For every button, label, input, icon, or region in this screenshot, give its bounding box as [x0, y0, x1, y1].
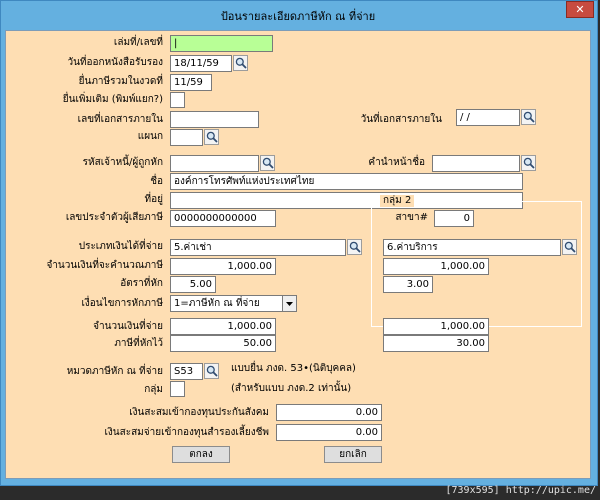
- internal-doc-label: เลขที่เอกสารภายใน: [77, 114, 163, 125]
- payee-code-input[interactable]: [170, 155, 259, 172]
- department-input[interactable]: [170, 129, 203, 146]
- search-icon: [523, 111, 535, 123]
- internal-date-search-button[interactable]: [521, 109, 536, 125]
- category-input[interactable]: S53: [170, 363, 203, 380]
- group2-label: กลุ่ม 2: [380, 195, 415, 207]
- search-icon: [564, 241, 576, 253]
- watermark-text: [739x595] http://upic.me/: [445, 485, 596, 496]
- prefix-label: คำนำหน้าชื่อ: [368, 157, 425, 168]
- window-title: ป้อนรายละเอียดภาษีหัก ณ ที่จ่าย: [220, 10, 376, 23]
- prefix-input[interactable]: [432, 155, 520, 172]
- social-security-input[interactable]: 0.00: [276, 404, 382, 421]
- search-icon: [262, 157, 274, 169]
- tax-rate-input[interactable]: 5.00: [170, 276, 216, 293]
- provident-fund-input[interactable]: 0.00: [276, 424, 382, 441]
- taxable-amount-label: จำนวนเงินที่จะคำนวณภาษี: [46, 260, 163, 271]
- taxable-amount-input[interactable]: 1,000.00: [170, 258, 276, 275]
- name-label: ชื่อ: [150, 176, 163, 187]
- internal-doc-input[interactable]: [170, 111, 259, 128]
- cancel-button[interactable]: ยกเลิก: [324, 446, 382, 463]
- group2-income-type-input[interactable]: 6.ค่าบริการ: [383, 239, 561, 256]
- group2-taxable-amount-input[interactable]: 1,000.00: [383, 258, 489, 275]
- department-search-button[interactable]: [204, 129, 219, 145]
- search-icon: [206, 365, 218, 377]
- cert-date-search-button[interactable]: [233, 55, 248, 71]
- search-icon: [206, 131, 218, 143]
- income-type-search-button[interactable]: [347, 239, 362, 255]
- group2-paid-amount-input[interactable]: 1,000.00: [383, 318, 489, 335]
- additional-label: ยื่นเพิ่มเติม (พิมพ์แยก?): [62, 94, 163, 105]
- category-search-button[interactable]: [204, 363, 219, 379]
- group2-income-type-search-button[interactable]: [562, 239, 577, 255]
- group2-tax-withheld-input[interactable]: 30.00: [383, 335, 489, 352]
- title-bar[interactable]: ป้อนรายละเอียดภาษีหัก ณ ที่จ่าย: [1, 1, 595, 29]
- paid-amount-label: จำนวนเงินที่จ่าย: [93, 321, 163, 332]
- condition-label: เงื่อนไขการหักภาษี: [81, 298, 164, 309]
- cert-date-input[interactable]: 18/11/59: [170, 55, 232, 72]
- tax-withheld-input[interactable]: 50.00: [170, 335, 276, 352]
- search-icon: [349, 241, 361, 253]
- group-checkbox[interactable]: [170, 381, 185, 397]
- name-input[interactable]: องค์การโทรศัพท์แห่งประเทศไทย: [170, 173, 523, 190]
- category-label: หมวดภาษีหัก ณ ที่จ่าย: [66, 366, 163, 377]
- doc-no-input[interactable]: |: [170, 35, 273, 52]
- address-label: ที่อยู่: [144, 194, 163, 205]
- tax-month-label: ยื่นภาษีรวมในงวดที่: [78, 76, 163, 87]
- income-type-input[interactable]: 5.ค่าเช่า: [170, 239, 346, 256]
- internal-date-input[interactable]: / /: [456, 109, 520, 126]
- tax-month-input[interactable]: 11/59: [170, 74, 212, 91]
- condition-dropdown-button[interactable]: [282, 295, 297, 312]
- additional-checkbox[interactable]: [170, 92, 185, 108]
- payee-code-label: รหัสเจ้าหนี้/ผู้ถูกหัก: [82, 157, 163, 168]
- social-security-label: เงินสะสมเข้ากองทุนประกันสังคม: [129, 407, 269, 418]
- prefix-search-button[interactable]: [521, 155, 536, 171]
- condition-select[interactable]: 1=ภาษีหัก ณ ที่จ่าย: [170, 295, 283, 312]
- internal-date-label: วันที่เอกสารภายใน: [360, 114, 442, 125]
- ok-button[interactable]: ตกลง: [172, 446, 230, 463]
- group-note: (สำหรับแบบ ภงด.2 เท่านั้น): [231, 383, 352, 394]
- search-icon: [235, 57, 247, 69]
- tax-rate-label: อัตราที่หัก: [120, 278, 163, 289]
- chevron-down-icon: [286, 302, 293, 306]
- close-button[interactable]: ✕: [566, 1, 594, 18]
- paid-amount-input[interactable]: 1,000.00: [170, 318, 276, 335]
- taxpayer-id-label: เลขประจำตัวผู้เสียภาษี: [65, 212, 163, 223]
- category-note: แบบยื่น ภงด. 53•(นิติบุคคล): [231, 363, 356, 374]
- payee-code-search-button[interactable]: [260, 155, 275, 171]
- income-type-label: ประเภทเงินได้ที่จ่าย: [78, 241, 163, 252]
- group-label: กลุ่ม: [144, 384, 163, 395]
- group2-tax-rate-input[interactable]: 3.00: [383, 276, 433, 293]
- department-label: แผนก: [137, 131, 163, 142]
- search-icon: [523, 157, 535, 169]
- cert-date-label: วันที่ออกหนังสือรับรอง: [67, 57, 163, 68]
- doc-no-label: เล่มที่/เลขที่: [113, 37, 163, 48]
- tax-withheld-label: ภาษีที่หักไว้: [114, 338, 163, 349]
- provident-fund-label: เงินสะสมจ่ายเข้ากองทุนสำรองเลี้ยงชีพ: [104, 427, 269, 438]
- taxpayer-id-input[interactable]: 0000000000000: [170, 210, 276, 227]
